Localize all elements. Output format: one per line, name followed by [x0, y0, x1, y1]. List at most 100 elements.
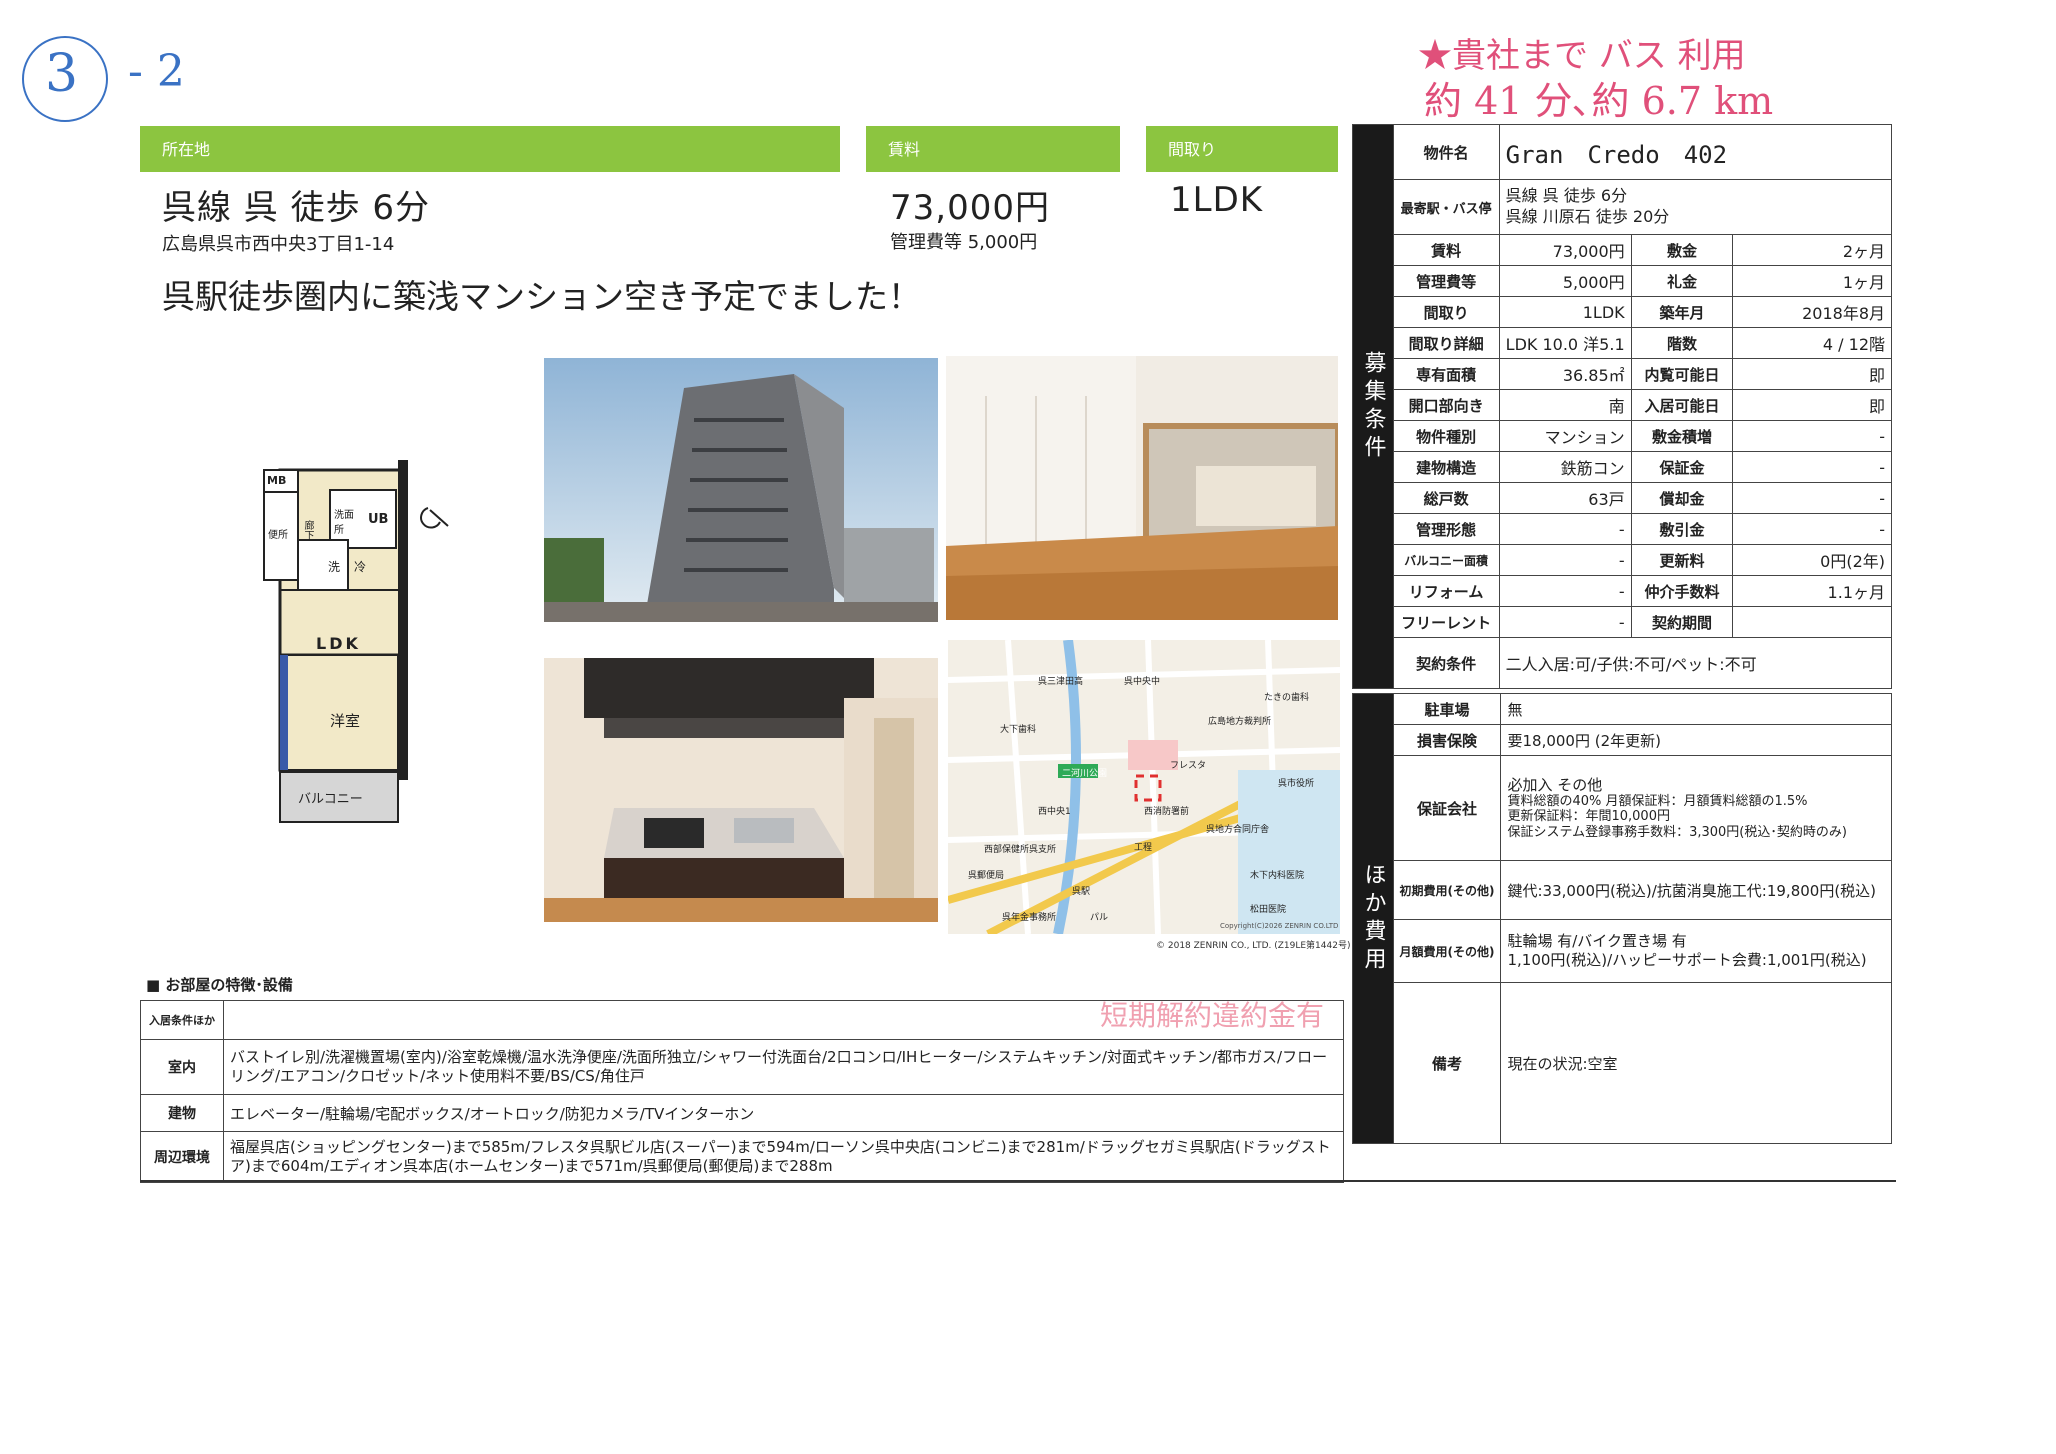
- feature-row: 入居条件ほか: [140, 1000, 1344, 1040]
- spec-value: -: [1498, 575, 1632, 607]
- spec-row: 開口部向き南入居可能日即: [1353, 389, 1892, 421]
- building-photo: [544, 358, 938, 622]
- spec-label: 間取り: [1392, 296, 1500, 328]
- spec-label: 仲介手数料: [1630, 575, 1734, 607]
- feature-text: バストイレ別/洗濯機置場(室内)/浴室乾燥機/温水洗浄便座/洗面所独立/シャワー…: [223, 1039, 1344, 1095]
- map-label-11: 西部保健所呉支所: [984, 845, 1057, 855]
- feature-label: 周辺環境: [140, 1131, 224, 1183]
- map-label-3: 大下歯科: [1000, 725, 1037, 735]
- spec-label: リフォーム: [1392, 575, 1500, 607]
- spec-label: 間取り詳細: [1392, 327, 1500, 359]
- spec-value: 2018年8月: [1732, 296, 1892, 328]
- guarantor-line2: 賃料総額の40% 月額保証料：月額賃料総額の1.5%: [1507, 793, 1808, 809]
- map-label-7: 呉市役所: [1278, 779, 1315, 789]
- spec-value: 63戸: [1498, 482, 1632, 514]
- spec-value: 2ヶ月: [1732, 234, 1892, 266]
- kitchen-photo: [544, 658, 938, 922]
- spec-value: -: [1732, 482, 1892, 514]
- fp-ldk: LDK: [316, 634, 361, 653]
- spec-value: 5,000円: [1498, 265, 1632, 297]
- spec-value: 鉄筋コン: [1498, 451, 1632, 483]
- spec-label: バルコニー面積: [1392, 544, 1500, 576]
- fp-fridge: 冷: [354, 560, 367, 574]
- band-other: ほか費用: [1352, 693, 1394, 1144]
- spec-label: 礼金: [1630, 265, 1734, 297]
- fp-washroom: 洗面所: [334, 510, 354, 536]
- map-label-16: 松田医院: [1250, 905, 1287, 915]
- headline: 呉駅徒歩圏内に築浅マンション空き予定でました！: [162, 277, 921, 316]
- handwritten-number: 3: [45, 44, 79, 104]
- feature-row: 周辺環境 福屋呉店(ショッピングセンター)まで585m/フレスタ呉駅ビル店(スーパ…: [140, 1131, 1344, 1183]
- spec-label: 償却金: [1630, 482, 1734, 514]
- layout-value: 1LDK: [1170, 180, 1264, 220]
- monthly-cost-line2: 1,100円(税込)/ハッピーサポート会費:1,001円(税込): [1507, 951, 1867, 969]
- spec-label: 敷引金: [1630, 513, 1734, 545]
- spec-value: -: [1498, 513, 1632, 545]
- nearest-label: 最寄駅・バス停: [1392, 179, 1500, 235]
- map-label-1: 呉中央中: [1124, 677, 1161, 687]
- guarantor-label: 保証会社: [1392, 755, 1502, 861]
- spec-value: 73,000円: [1498, 234, 1632, 266]
- spec-label: 開口部向き: [1392, 389, 1500, 421]
- feature-text: 福屋呉店(ショッピングセンター)まで585m/フレスタ呉駅ビル店(スーパー)まで…: [223, 1131, 1344, 1183]
- fp-mb: MB: [267, 474, 287, 487]
- spec-value: -: [1732, 420, 1892, 452]
- map-label-14: 呉郵便局: [968, 871, 1005, 881]
- spec-row: フリーレント - 契約期間: [1353, 606, 1892, 638]
- fp-corridor: 廊下: [302, 520, 313, 540]
- spec-block: 募集条件 物件名 Gran Credo 402 最寄駅・バス停 呉線 呉 徒歩 …: [1352, 124, 1893, 1144]
- map-copyright-inner: Copyright(C)2026 ZENRIN CO.LTD: [1220, 922, 1339, 930]
- station-access: 呉線 呉 徒歩 6分: [162, 188, 431, 228]
- feature-text: [223, 1000, 1344, 1040]
- spec-value: 即: [1732, 389, 1892, 421]
- spec-value: 0円(2年): [1732, 544, 1892, 576]
- spec-row: 間取り 1LDK 築年月 2018年8月: [1353, 296, 1892, 328]
- spec-value: -: [1732, 513, 1892, 545]
- map-label-8: 西中央1: [1038, 807, 1071, 817]
- layout-header: 間取り: [1146, 126, 1338, 172]
- spec-value: 36.85㎡: [1498, 358, 1632, 390]
- map-label-2: たきの歯科: [1264, 693, 1310, 703]
- map-label-5: 二河川公園: [1062, 769, 1108, 779]
- property-name: Gran Credo 402: [1498, 124, 1893, 180]
- nearest-station-2: 呉線 川原石 徒歩 20分: [1505, 207, 1670, 226]
- address: 広島県呉市西中央3丁目1-14: [162, 234, 395, 255]
- features-title: ■ お部屋の特徴･設備: [146, 976, 293, 994]
- spec-label: 保証金: [1630, 451, 1734, 483]
- spec-row: 総戸数 63戸 償却金 -: [1353, 482, 1892, 514]
- fp-western-room: 洋室: [330, 712, 361, 730]
- spec-label: 管理費等: [1392, 265, 1500, 297]
- handwritten-note-line2: 約 41 分､約 6.7 km: [1424, 79, 1774, 123]
- spec-label: 契約期間: [1630, 606, 1734, 638]
- spec-label: フリーレント: [1392, 606, 1500, 638]
- spec-row: リフォーム - 仲介手数料 1.1ヶ月: [1353, 575, 1892, 607]
- map-label-4: 広島地方裁判所: [1208, 717, 1272, 727]
- map-label-17: パル: [1090, 913, 1109, 923]
- spec-value: -: [1498, 606, 1632, 638]
- initial-cost-value: 鍵代:33,000円(税込)/抗菌消臭施工代:19,800円(税込): [1500, 860, 1892, 920]
- spec-row: 管理費等 5,000円 礼金 1ヶ月: [1353, 265, 1892, 297]
- spec-value: 1.1ヶ月: [1732, 575, 1892, 607]
- parking-value: 無: [1500, 693, 1892, 725]
- handwritten-suffix: - 2: [128, 46, 185, 97]
- spec-row: バルコニー面積 - 更新料 0円(2年): [1353, 544, 1892, 576]
- fp-wash: 洗: [328, 560, 341, 574]
- map-label-12: 工程: [1134, 843, 1153, 853]
- spec-row: 賃料 73,000円 敷金 2ヶ月: [1353, 234, 1892, 266]
- map-label-9: 西消防署前: [1144, 807, 1190, 817]
- contract-conditions: 二人入居:可/子供:不可/ペット:不可: [1498, 637, 1893, 689]
- insurance-value: 要18,000円 (2年更新): [1500, 724, 1892, 756]
- location-header: 所在地: [140, 126, 840, 172]
- nearest-station-1: 呉線 呉 徒歩 6分: [1505, 186, 1628, 206]
- spec-value: 4 / 12階: [1732, 327, 1892, 359]
- spec-label: 築年月: [1630, 296, 1734, 328]
- guarantor-line3: 更新保証料：年間10,000円: [1507, 809, 1670, 825]
- spec-row: 建物構造 鉄筋コン 保証金 -: [1353, 451, 1892, 483]
- spec-value: LDK 10.0 洋5.1: [1498, 327, 1632, 359]
- spec-value: 即: [1732, 358, 1892, 390]
- guarantor-line4: 保証システム登録事務手数料：3,300円(税込･契約時のみ): [1507, 824, 1847, 840]
- recruit-table: 募集条件 物件名 Gran Credo 402 最寄駅・バス停 呉線 呉 徒歩 …: [1352, 124, 1893, 689]
- spec-value: 1LDK: [1498, 296, 1632, 328]
- features-table: 入居条件ほか 室内 バストイレ別/洗濯機置場(室内)/浴室乾燥機/温水洗浄便座/洗…: [140, 1000, 1344, 1183]
- spec-label: 内覧可能日: [1630, 358, 1734, 390]
